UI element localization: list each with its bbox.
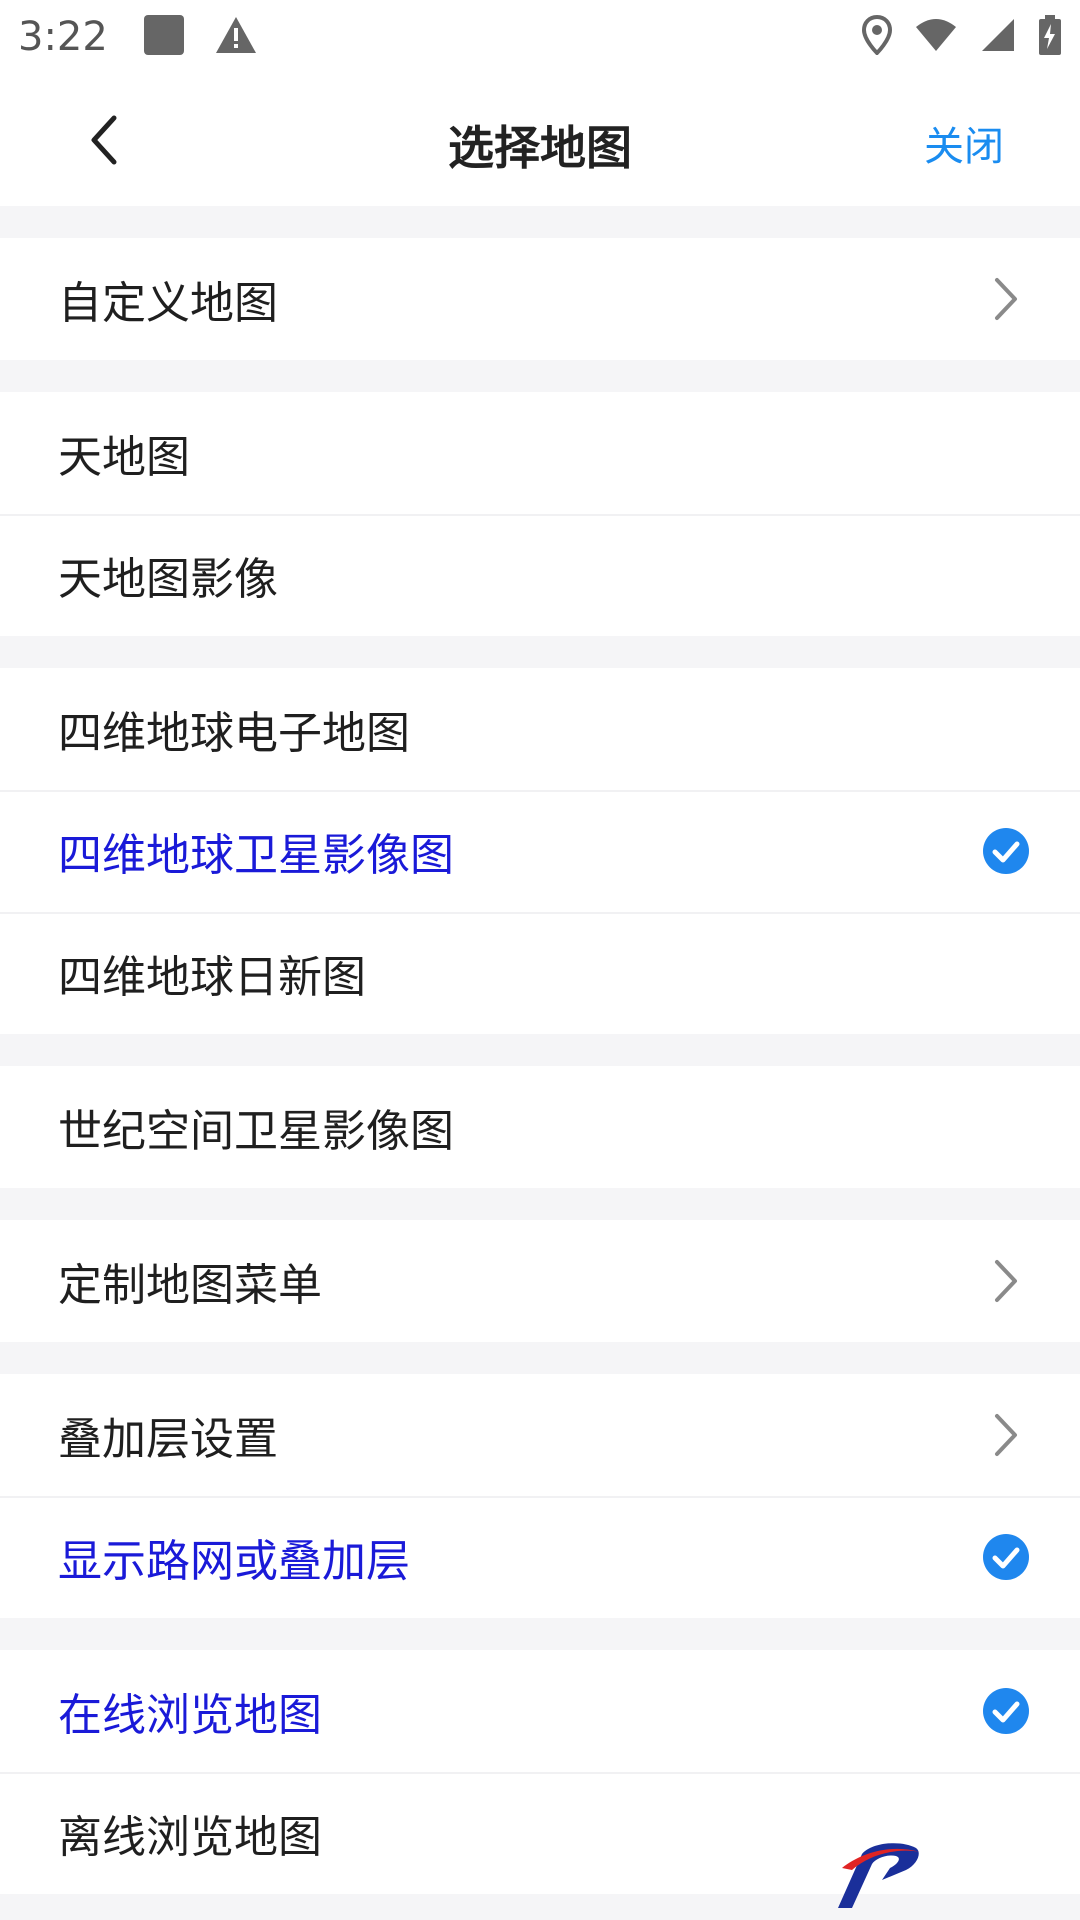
app-logo-icon: [832, 1838, 924, 1910]
page-title: 选择地图: [448, 121, 632, 175]
check-circle-icon: [980, 1531, 1032, 1583]
menu-item-online-browse[interactable]: 在线浏览地图: [0, 1650, 1080, 1772]
nav-header: 选择地图 关闭: [0, 74, 1080, 206]
menu-item-overlay-settings[interactable]: 叠加层设置: [0, 1374, 1080, 1496]
notification-square-icon: [142, 13, 186, 61]
warning-icon: [214, 15, 258, 59]
menu-item-label: 四维地球卫星影像图: [58, 830, 454, 881]
group-gap: [0, 360, 1080, 392]
status-bar: 3:22: [0, 0, 1080, 74]
menu-item-custom-map[interactable]: 自定义地图: [0, 238, 1080, 360]
group-gap: [0, 1188, 1080, 1220]
menu-item-custom-map-menu[interactable]: 定制地图菜单: [0, 1220, 1080, 1342]
cellular-signal-icon: [980, 17, 1016, 57]
menu-item-siwei-electronic-map[interactable]: 四维地球电子地图: [0, 668, 1080, 790]
menu-item-tianditu[interactable]: 天地图: [0, 392, 1080, 514]
menu-item-label: 显示路网或叠加层: [58, 1536, 410, 1587]
menu-item-label: 叠加层设置: [58, 1414, 278, 1465]
menu-item-label: 世纪空间卫星影像图: [58, 1106, 454, 1157]
group-gap: [0, 1618, 1080, 1650]
chevron-right-icon: [980, 1409, 1032, 1461]
wifi-icon: [914, 17, 958, 57]
group-gap: [0, 1342, 1080, 1374]
location-icon: [861, 14, 893, 59]
menu-item-label: 自定义地图: [58, 278, 278, 329]
status-time: 3:22: [18, 14, 108, 60]
group-gap: [0, 1034, 1080, 1066]
menu-item-label: 天地图: [58, 432, 190, 483]
menu-item-label: 在线浏览地图: [58, 1690, 322, 1741]
check-circle-icon: [980, 1685, 1032, 1737]
close-button[interactable]: 关闭: [924, 114, 1004, 172]
chevron-right-icon: [980, 1255, 1032, 1307]
menu-item-label: 四维地球日新图: [58, 952, 366, 1003]
status-right-group: [861, 14, 1062, 60]
check-circle-icon: [980, 825, 1032, 877]
menu-item-show-roads-overlay[interactable]: 显示路网或叠加层: [0, 1496, 1080, 1618]
group-gap: [0, 206, 1080, 238]
map-option-list: 自定义地图 天地图 天地图影像 四维地球电子地图 四维地球卫星影像图 四维地球日…: [0, 206, 1080, 1894]
menu-item-siwei-daily-map[interactable]: 四维地球日新图: [0, 912, 1080, 1034]
menu-item-label: 天地图影像: [58, 554, 278, 605]
battery-charging-icon: [1038, 14, 1062, 60]
group-gap: [0, 636, 1080, 668]
menu-item-tianditu-imagery[interactable]: 天地图影像: [0, 514, 1080, 636]
menu-item-siwei-satellite-imagery[interactable]: 四维地球卫星影像图: [0, 790, 1080, 912]
menu-item-century-space-satellite[interactable]: 世纪空间卫星影像图: [0, 1066, 1080, 1188]
chevron-right-icon: [980, 273, 1032, 325]
menu-item-label: 四维地球电子地图: [58, 708, 410, 759]
menu-item-label: 定制地图菜单: [58, 1260, 322, 1311]
